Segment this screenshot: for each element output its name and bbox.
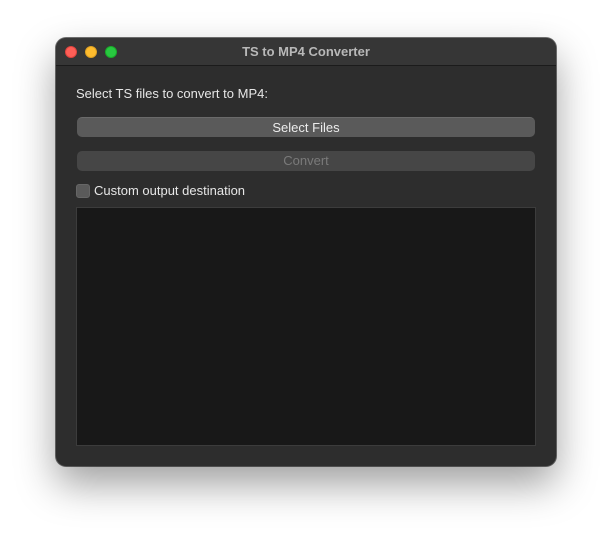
custom-output-label: Custom output destination	[94, 183, 246, 198]
window-title: TS to MP4 Converter	[242, 44, 370, 59]
title-bar[interactable]: TS to MP4 Converter	[56, 38, 556, 66]
output-log[interactable]	[76, 207, 536, 446]
select-files-button[interactable]: Select Files	[77, 117, 535, 137]
instruction-label: Select TS files to convert to MP4:	[76, 86, 268, 101]
app-window: TS to MP4 Converter Select TS files to c…	[56, 38, 556, 466]
custom-output-checkbox[interactable]	[76, 184, 90, 198]
convert-button[interactable]: Convert	[77, 151, 535, 171]
